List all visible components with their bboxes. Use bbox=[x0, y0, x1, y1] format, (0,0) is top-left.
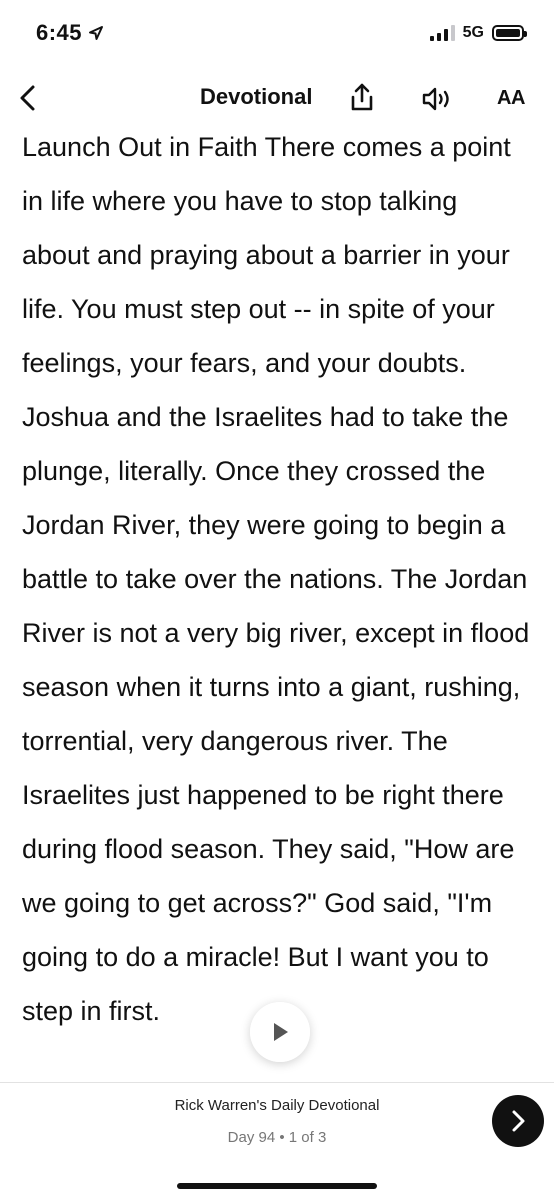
chevron-left-icon bbox=[20, 85, 35, 111]
devotional-body-text: Launch Out in Faith There comes a point … bbox=[22, 132, 530, 1026]
footer-bar: Rick Warren's Daily Devotional Day 94 • … bbox=[0, 1082, 554, 1200]
home-indicator[interactable] bbox=[177, 1183, 377, 1189]
status-time: 6:45 bbox=[36, 20, 104, 46]
network-type: 5G bbox=[462, 24, 484, 41]
top-nav-bar: Devotional AA bbox=[0, 70, 554, 126]
play-audio-button[interactable] bbox=[250, 1002, 310, 1062]
status-time-text: 6:45 bbox=[36, 20, 83, 45]
back-button[interactable] bbox=[10, 80, 46, 116]
devotional-source: Rick Warren's Daily Devotional bbox=[174, 1097, 380, 1114]
chevron-right-icon bbox=[512, 1110, 525, 1132]
share-icon bbox=[351, 83, 373, 111]
battery-icon bbox=[492, 25, 527, 41]
devotional-content[interactable]: Launch Out in Faith There comes a point … bbox=[22, 120, 532, 1082]
cellular-signal-icon bbox=[429, 25, 455, 41]
share-button[interactable] bbox=[347, 82, 377, 114]
speaker-icon bbox=[422, 87, 449, 111]
audio-button[interactable] bbox=[420, 84, 454, 114]
page-title: Devotional bbox=[200, 84, 313, 109]
status-indicators: 5G bbox=[429, 24, 527, 42]
location-arrow-icon bbox=[89, 26, 104, 40]
next-page-button[interactable] bbox=[492, 1095, 544, 1147]
status-bar: 6:45 5G bbox=[0, 0, 554, 70]
day-indicator: Day 94 • 1 of 3 bbox=[227, 1129, 327, 1146]
play-icon bbox=[274, 1023, 288, 1041]
text-size-button[interactable]: AA bbox=[497, 87, 525, 110]
